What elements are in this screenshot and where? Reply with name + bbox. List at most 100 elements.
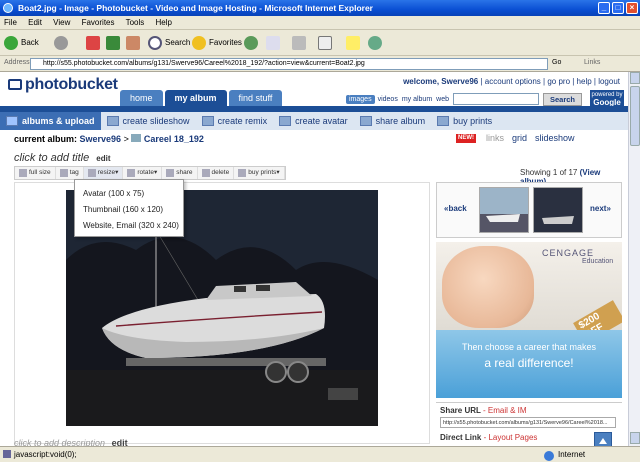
thumbnail-current[interactable] [479, 187, 529, 233]
album-name-link[interactable]: Careel 18_192 [144, 134, 204, 144]
albums-upload-label: albums & upload [22, 116, 95, 126]
favorites-button[interactable]: Favorites [192, 34, 242, 52]
stop-button[interactable] [86, 34, 103, 52]
next-image-button[interactable]: next» [590, 204, 611, 213]
direct-link-label: Direct Link [440, 433, 482, 442]
description-edit-link[interactable]: edit [112, 438, 128, 446]
title-edit-link[interactable]: edit [96, 154, 110, 163]
share-url-heading: Share URL - Email & IM [440, 406, 527, 415]
create-avatar-button[interactable]: create avatar [273, 112, 354, 130]
resize-button[interactable]: resize ▾ [83, 167, 124, 179]
create-remix-button[interactable]: create remix [196, 112, 274, 130]
prev-image-button[interactable]: «back [444, 204, 467, 213]
buy-prints-label: buy prints [453, 116, 493, 126]
resize-dropdown: Avatar (100 x 75) Thumbnail (160 x 120) … [74, 179, 184, 237]
resize-option-thumbnail[interactable]: Thumbnail (160 x 120) [75, 202, 183, 218]
view-links[interactable]: links [486, 133, 504, 143]
scope-images[interactable]: images [346, 94, 375, 104]
links-toolbar[interactable]: Links [584, 59, 600, 66]
site-search-button[interactable]: Search [543, 92, 583, 106]
tag-button[interactable]: tag [56, 167, 84, 179]
stop-icon [86, 36, 100, 50]
share-url-input[interactable]: http://s55.photobucket.com/albums/g131/S… [440, 417, 616, 428]
image-title[interactable]: click to add title edit [14, 152, 111, 164]
favorites-label: Favorites [209, 38, 242, 47]
share-url-sub: - Email & IM [483, 406, 527, 415]
full-size-label: full size [29, 169, 51, 176]
current-album-label: current album: [14, 134, 78, 144]
menu-file[interactable]: File [4, 18, 17, 27]
menu-view[interactable]: View [53, 18, 70, 27]
home-button[interactable] [126, 34, 143, 52]
share-button[interactable]: share [162, 167, 198, 179]
new-badge: NEW! [456, 134, 476, 143]
go-pro-link[interactable]: go pro [547, 77, 570, 86]
photobucket-logo[interactable]: photobucket [8, 76, 118, 94]
albums-upload-button[interactable]: albums & upload [0, 112, 101, 130]
address-input[interactable]: http://s55.photobucket.com/albums/g131/S… [30, 58, 548, 70]
scope-my-album[interactable]: my album [402, 96, 432, 103]
scope-videos[interactable]: videos [378, 96, 398, 103]
search-button[interactable]: Search [148, 34, 190, 52]
help-link[interactable]: help [577, 77, 592, 86]
resize-option-website[interactable]: Website, Email (320 x 240) [75, 218, 183, 234]
scroll-up-arrow-icon[interactable] [630, 72, 640, 84]
menu-tools[interactable]: Tools [126, 18, 145, 27]
ad-brand: CENGAGE [542, 248, 595, 258]
share-album-button[interactable]: share album [354, 112, 432, 130]
scope-web[interactable]: web [436, 96, 449, 103]
tab-home[interactable]: home [120, 90, 163, 106]
go-button[interactable]: Go [552, 59, 561, 66]
close-button[interactable]: × [626, 2, 638, 14]
buy-prints-tool[interactable]: buy prints ▾ [234, 167, 285, 179]
delete-button[interactable]: delete [198, 167, 235, 179]
rotate-icon [127, 169, 136, 177]
slideshow-icon [106, 116, 119, 126]
mail-button[interactable] [266, 34, 283, 52]
direct-link-sub: - Layout Pages [483, 433, 538, 442]
print-button[interactable] [292, 34, 309, 52]
tab-my-album[interactable]: my album [164, 90, 227, 106]
site-search-input[interactable] [453, 93, 539, 105]
image-description[interactable]: click to add description edit [14, 438, 128, 446]
status-page-icon [3, 450, 11, 458]
edit-button[interactable] [318, 34, 335, 52]
thumbnail-next[interactable] [533, 187, 583, 233]
page-content: photobucket welcome, Swerve96 | account … [0, 72, 628, 446]
back-button[interactable]: Back [4, 34, 39, 52]
scroll-thumb[interactable] [630, 86, 640, 146]
share-image-icon [166, 169, 175, 177]
menu-edit[interactable]: Edit [28, 18, 42, 27]
history-button[interactable] [244, 34, 261, 52]
address-url: http://s55.photobucket.com/albums/g131/S… [43, 60, 365, 67]
search-label: Search [165, 38, 191, 47]
notes-button[interactable] [346, 34, 363, 52]
ie-icon [3, 3, 13, 13]
forward-button[interactable] [54, 34, 71, 52]
messenger-button[interactable] [368, 34, 385, 52]
menu-help[interactable]: Help [156, 18, 172, 27]
delete-label: delete [211, 169, 230, 176]
search-icon [148, 36, 162, 50]
logout-link[interactable]: logout [598, 77, 620, 86]
refresh-button[interactable] [106, 34, 123, 52]
buy-prints-button[interactable]: buy prints [431, 112, 498, 130]
logo-text: photobucket [25, 76, 118, 93]
view-slideshow[interactable]: slideshow [535, 133, 575, 143]
scroll-down-arrow-icon[interactable] [630, 432, 640, 444]
vertical-scrollbar[interactable] [628, 72, 640, 446]
resize-option-avatar[interactable]: Avatar (100 x 75) [75, 186, 183, 202]
minimize-button[interactable]: _ [598, 2, 610, 14]
album-user-link[interactable]: Swerve96 [80, 134, 122, 144]
menu-favorites[interactable]: Favorites [82, 18, 115, 27]
cengage-ad[interactable]: CENGAGE Education $200 OFF Then choose a… [436, 242, 622, 398]
create-slideshow-button[interactable]: create slideshow [101, 112, 196, 130]
home-icon [126, 36, 140, 50]
view-grid[interactable]: grid [512, 133, 527, 143]
maximize-button[interactable]: □ [612, 2, 624, 14]
account-options-link[interactable]: account options [485, 77, 541, 86]
tab-find-stuff[interactable]: find stuff [228, 90, 283, 106]
rotate-button[interactable]: rotate ▾ [123, 167, 163, 179]
full-size-button[interactable]: full size [15, 167, 56, 179]
address-bar: Address http://s55.photobucket.com/album… [0, 56, 640, 72]
